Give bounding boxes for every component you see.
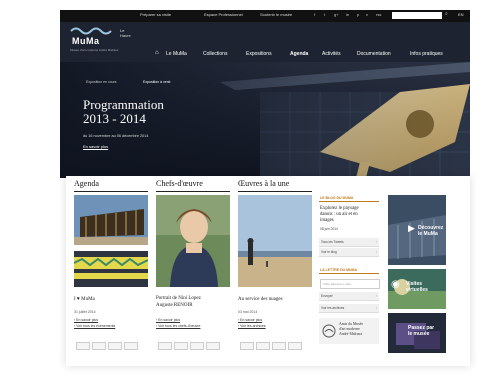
wave-logo-icon: [70, 27, 112, 35]
nav-expositions[interactable]: Expositions: [246, 51, 272, 57]
nav-infos-pratiques[interactable]: Infos pratiques: [410, 51, 443, 57]
oeuvres-title: Œuvres à la une: [238, 179, 290, 188]
agenda-caption: I ♥ MuMa: [74, 297, 95, 302]
chefs-title: Chefs-d'œuvre: [156, 179, 203, 188]
play-icon: ▶: [408, 223, 415, 233]
oeuvres-caption: Au service des nuages: [238, 297, 283, 302]
blog-heading: LE BLOG DU MUMA: [320, 196, 354, 200]
tile-discover[interactable]: ▶ Découvrez le MuMa: [388, 195, 446, 265]
chevron-right-icon: ›: [375, 293, 377, 298]
util-link-support[interactable]: Soutenir le musée: [260, 12, 292, 17]
blog-post-title[interactable]: Explorez le paysage danois : un air et e…: [320, 206, 359, 224]
utility-bar: Préparer sa visite Espace Professionnel …: [60, 10, 470, 22]
pager-page[interactable]: [108, 342, 122, 350]
page: Préparer sa visite Espace Professionnel …: [0, 0, 502, 376]
tile-visit[interactable]: Passez par le musée: [388, 313, 446, 353]
eye-icon: ◉: [391, 279, 400, 290]
nav-documentation[interactable]: Documentation: [357, 51, 391, 57]
nav-le-muma[interactable]: Le MuMa: [166, 51, 187, 57]
agenda-date: 31 juillet 2014: [74, 310, 96, 314]
linkedin-icon[interactable]: in: [346, 12, 349, 17]
tile-virtual[interactable]: ◉ Visites virtuelles: [388, 269, 446, 309]
pager-prev[interactable]: [158, 342, 172, 350]
newsletter-heading: LA LETTRE DU MUMA: [320, 268, 358, 272]
pager-next[interactable]: [124, 342, 138, 350]
subnav-upcoming[interactable]: Exposition à venir: [143, 80, 171, 84]
newsletter-submit-row[interactable]: Envoyer ›: [319, 292, 379, 301]
subnav-current[interactable]: Exposition en cours: [86, 80, 117, 84]
nav-agenda[interactable]: Agenda: [290, 51, 308, 57]
friends-logo-icon: [322, 324, 336, 338]
chefs-caption-artist: Auguste RENOIR: [156, 303, 193, 308]
pager-page[interactable]: [256, 342, 270, 350]
blog-tweets-row[interactable]: Tous les Tweets ›: [319, 238, 379, 247]
agenda-title: Agenda: [74, 179, 99, 188]
twitter-icon[interactable]: t: [324, 12, 325, 17]
util-link-pro[interactable]: Espace Professionnel: [204, 12, 243, 17]
pager-next[interactable]: [206, 342, 220, 350]
rss-icon[interactable]: rss: [376, 12, 381, 17]
newsletter-email-input[interactable]: Votre adresse e-mail: [320, 279, 380, 289]
oeuvres-more-link[interactable]: › En savoir plus: [238, 318, 262, 323]
agenda-all-link[interactable]: › Voir tous les événements: [74, 324, 115, 329]
hero-dates: du 16 novembre au 06 décembre 2014: [83, 134, 149, 138]
hero-title: Programmation 2013 - 2014: [83, 97, 164, 126]
facebook-icon[interactable]: f: [314, 12, 315, 17]
vimeo-icon[interactable]: v: [366, 12, 368, 17]
pager-page[interactable]: [92, 342, 106, 350]
chevron-right-icon: ›: [375, 249, 377, 254]
logo-text: MuMa: [72, 36, 100, 46]
oeuvres-date: 03 mai 2014: [238, 310, 258, 314]
pager-next[interactable]: [288, 342, 302, 350]
home-icon[interactable]: ⌂: [155, 50, 159, 56]
logo-city: Le Havre: [120, 28, 131, 38]
pinterest-icon[interactable]: p: [357, 12, 359, 17]
pager-page[interactable]: [190, 342, 204, 350]
chefs-more-link[interactable]: › En savoir plus: [156, 318, 180, 323]
pager-prev[interactable]: [240, 342, 254, 350]
blog-date: 08 juin 2014: [320, 227, 338, 231]
logo-tagline: Musée d'art moderne André Malraux: [70, 48, 119, 52]
pager-page[interactable]: [272, 342, 286, 350]
lang-switch[interactable]: EN: [458, 12, 464, 17]
oeuvres-image[interactable]: [238, 195, 312, 287]
friends-banner[interactable]: Amis du Musée d'art moderne André Malrau…: [319, 318, 379, 344]
chefs-image[interactable]: [156, 195, 230, 287]
pager-prev[interactable]: [76, 342, 90, 350]
nav-collections[interactable]: Collections: [203, 51, 227, 57]
chefs-caption-title: Portrait de Nini Lopez: [156, 296, 201, 301]
pager-page[interactable]: [174, 342, 188, 350]
agenda-image-2[interactable]: [74, 251, 148, 287]
chevron-right-icon: ›: [375, 305, 377, 310]
search-icon[interactable]: ⌕: [445, 11, 448, 17]
search-input[interactable]: [392, 12, 442, 19]
util-link-visit[interactable]: Préparer sa visite: [140, 12, 171, 17]
blog-view-row[interactable]: Voir le blog ›: [319, 248, 379, 257]
hero-more-link[interactable]: En savoir plus: [83, 144, 108, 149]
nav-activites[interactable]: Activités: [322, 51, 341, 57]
chevron-right-icon: ›: [375, 239, 377, 244]
googleplus-icon[interactable]: g+: [334, 12, 339, 17]
chefs-all-link[interactable]: › Voir tous les chefs-d'œuvre: [156, 324, 200, 329]
oeuvres-archive-link[interactable]: › Voir les archives: [238, 324, 266, 329]
agenda-image[interactable]: [74, 195, 148, 245]
newsletter-archive-row[interactable]: Voir les archives ›: [319, 304, 379, 313]
agenda-more-link[interactable]: › En savoir plus: [74, 318, 98, 323]
